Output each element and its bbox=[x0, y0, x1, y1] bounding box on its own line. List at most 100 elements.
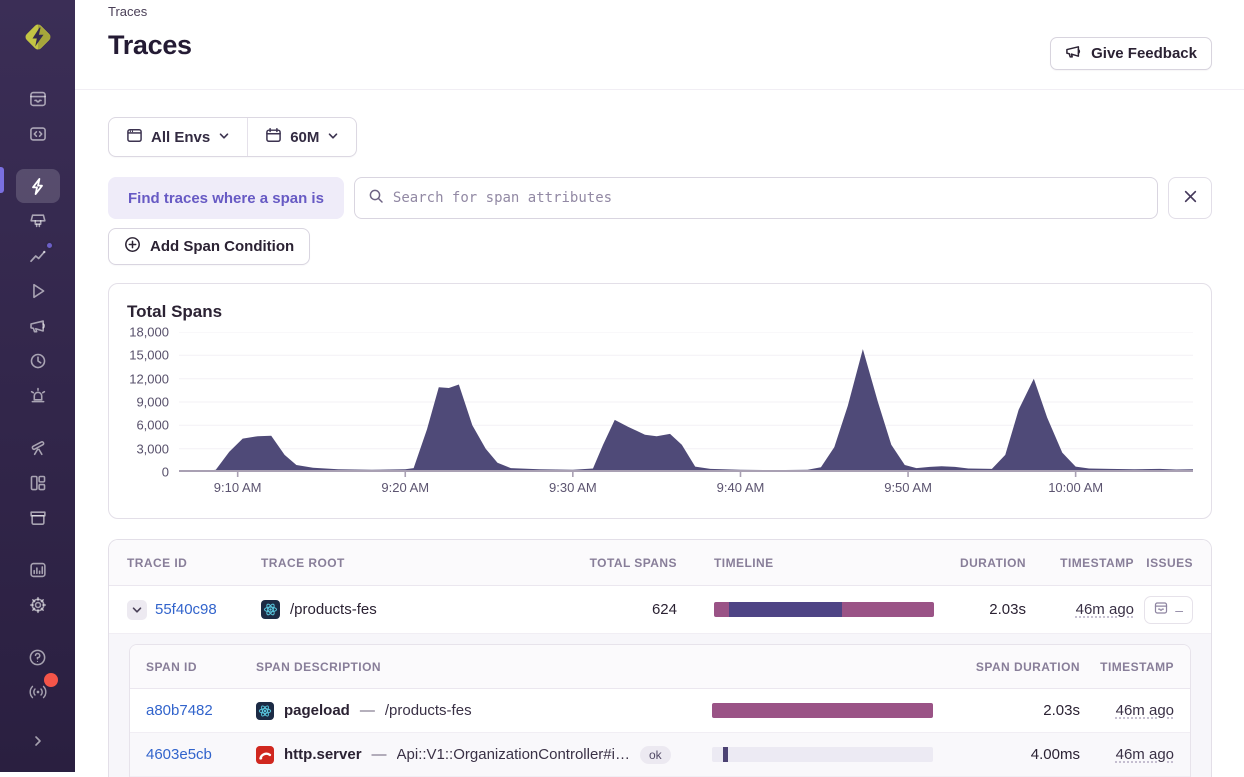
span-duration: 4.00ms bbox=[933, 746, 1080, 763]
chart-title: Total Spans bbox=[127, 302, 1193, 322]
span-status-badge: ok bbox=[640, 746, 671, 764]
chevron-right-icon bbox=[30, 733, 46, 749]
page-header: Traces Traces Give Feedback bbox=[75, 0, 1244, 90]
inbox-icon bbox=[29, 90, 47, 108]
col-span-duration: Span Duration bbox=[933, 660, 1080, 674]
span-op: http.server bbox=[284, 746, 362, 763]
add-span-condition-label: Add Span Condition bbox=[150, 238, 294, 255]
sidebar-item-stats[interactable] bbox=[16, 553, 60, 587]
sidebar-item-releases[interactable] bbox=[16, 344, 60, 378]
sidebar-item-explore[interactable] bbox=[16, 117, 60, 151]
chevron-down-icon bbox=[218, 129, 230, 146]
megaphone-icon bbox=[29, 317, 47, 335]
span-table: Span ID Span Description Span Duration T… bbox=[129, 644, 1191, 777]
telescope-icon bbox=[29, 439, 47, 457]
window-icon bbox=[126, 127, 143, 148]
trace-issues-button[interactable]: – bbox=[1144, 596, 1193, 624]
date-range-filter[interactable]: 60M bbox=[248, 118, 356, 156]
chart-body[interactable]: 03,0006,0009,00012,00015,00018,000 9:10 … bbox=[127, 332, 1193, 504]
y-axis-tick-label: 9,000 bbox=[136, 395, 169, 410]
traces-table-header: Trace ID Trace Root Total Spans Timeline… bbox=[109, 540, 1211, 586]
breadcrumb[interactable]: Traces bbox=[108, 4, 1212, 19]
code-folder-icon bbox=[29, 125, 47, 143]
y-axis-tick-label: 3,000 bbox=[136, 441, 169, 456]
span-id-link[interactable]: a80b7482 bbox=[146, 702, 213, 719]
collapse-trace-button[interactable] bbox=[127, 600, 147, 620]
trace-timeline-bar bbox=[714, 602, 934, 617]
span-id-link[interactable]: 4603e5cb bbox=[146, 746, 212, 763]
ruby-platform-icon bbox=[256, 746, 274, 764]
span-table-header: Span ID Span Description Span Duration T… bbox=[130, 645, 1190, 689]
environment-filter[interactable]: All Envs bbox=[109, 118, 247, 156]
x-axis-tick-label: 9:50 AM bbox=[884, 480, 932, 495]
sidebar-item-alerts[interactable] bbox=[16, 379, 60, 413]
sidebar-item-settings[interactable] bbox=[16, 588, 60, 622]
trace-duration: 2.03s bbox=[934, 601, 1026, 618]
y-axis-tick-label: 0 bbox=[162, 465, 169, 480]
sidebar-item-archive[interactable] bbox=[16, 501, 60, 535]
sidebar-item-issues[interactable] bbox=[16, 82, 60, 116]
span-description: Api::V1::OrganizationController#i… bbox=[397, 746, 630, 763]
sidebar-item-replays[interactable] bbox=[16, 274, 60, 308]
play-icon bbox=[29, 282, 47, 300]
col-trace-root: Trace Root bbox=[261, 556, 567, 570]
chart-line-icon bbox=[29, 247, 47, 265]
sidebar-item-discover[interactable] bbox=[16, 431, 60, 465]
sidebar-item-feedback[interactable] bbox=[16, 309, 60, 343]
span-duration-bar bbox=[712, 747, 933, 762]
lightning-icon bbox=[28, 177, 47, 196]
y-axis-tick-label: 15,000 bbox=[129, 348, 169, 363]
x-axis-tick-label: 9:10 AM bbox=[214, 480, 262, 495]
col-total-spans: Total Spans bbox=[567, 556, 677, 570]
give-feedback-button[interactable]: Give Feedback bbox=[1050, 37, 1212, 70]
stats-icon bbox=[29, 561, 47, 579]
span-duration: 2.03s bbox=[933, 702, 1080, 719]
col-issues: Issues bbox=[1134, 556, 1193, 570]
page-title: Traces bbox=[108, 30, 1212, 61]
clear-search-button[interactable] bbox=[1168, 177, 1212, 219]
total-spans-value: 624 bbox=[567, 601, 677, 618]
date-range-filter-label: 60M bbox=[290, 129, 319, 146]
calendar-icon bbox=[265, 127, 282, 148]
sidebar-item-service-updates[interactable] bbox=[16, 675, 60, 709]
add-span-condition-button[interactable]: Add Span Condition bbox=[108, 228, 310, 265]
trace-row: 55f40c98 /products-fes 624 2.03s 46m ago… bbox=[109, 586, 1211, 634]
chart-x-axis: 9:10 AM9:20 AM9:30 AM9:40 AM9:50 AM10:00… bbox=[179, 480, 1193, 500]
separator: — bbox=[360, 702, 375, 719]
trace-timestamp[interactable]: 46m ago bbox=[1076, 601, 1134, 618]
chart-plot[interactable] bbox=[179, 332, 1193, 478]
x-axis-tick-label: 9:40 AM bbox=[717, 480, 765, 495]
span-row: 4603e5cb http.server — Api::V1::Organiza… bbox=[130, 733, 1190, 777]
close-icon bbox=[1183, 189, 1198, 207]
sidebar-item-dashboards[interactable] bbox=[16, 466, 60, 500]
archive-box-icon bbox=[29, 509, 47, 527]
react-platform-icon bbox=[261, 600, 280, 619]
col-duration: Duration bbox=[934, 556, 1026, 570]
chevron-down-icon bbox=[327, 129, 339, 146]
sidebar-item-projects[interactable] bbox=[16, 204, 60, 238]
col-span-timestamp: Timestamp bbox=[1080, 660, 1174, 674]
col-timestamp: Timestamp bbox=[1026, 556, 1134, 570]
environment-filter-label: All Envs bbox=[151, 129, 210, 146]
span-timestamp[interactable]: 46m ago bbox=[1116, 702, 1174, 719]
main-content: Traces Traces Give Feedback All Envs 60M… bbox=[75, 0, 1244, 772]
span-timestamp[interactable]: 46m ago bbox=[1116, 746, 1174, 763]
active-nav-accent bbox=[0, 167, 4, 193]
span-description: /products-fes bbox=[385, 702, 472, 719]
span-search-row: Find traces where a span is bbox=[108, 177, 1212, 219]
trace-id-link[interactable]: 55f40c98 bbox=[155, 601, 217, 618]
updates-notification-dot bbox=[44, 673, 58, 687]
span-search-box[interactable] bbox=[354, 177, 1158, 219]
dashboard-grid-icon bbox=[29, 474, 47, 492]
help-icon bbox=[28, 648, 47, 667]
span-search-input[interactable] bbox=[393, 190, 1144, 206]
sidebar-item-traces[interactable] bbox=[16, 169, 60, 203]
sidebar-item-insights[interactable] bbox=[16, 239, 60, 273]
traces-table: Trace ID Trace Root Total Spans Timeline… bbox=[108, 539, 1212, 777]
span-row: a80b7482 pageload — /products-fes 2.03s … bbox=[130, 689, 1190, 733]
sentry-logo[interactable] bbox=[22, 21, 54, 58]
sidebar-item-help[interactable] bbox=[16, 640, 60, 674]
react-platform-icon bbox=[256, 702, 274, 720]
x-axis-tick-label: 9:20 AM bbox=[381, 480, 429, 495]
sidebar-collapse-button[interactable] bbox=[16, 724, 60, 758]
